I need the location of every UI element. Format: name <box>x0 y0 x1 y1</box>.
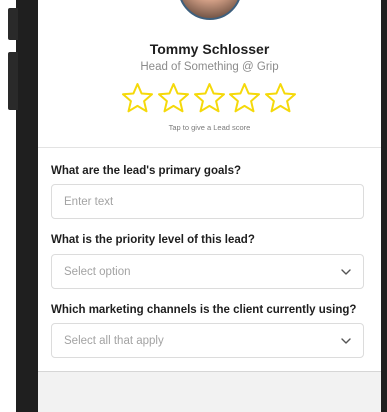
priority-select-placeholder: Select option <box>64 265 131 278</box>
phone-frame-left <box>16 0 38 412</box>
priority-question-label: What is the priority level of this lead? <box>51 234 255 246</box>
channels-select-placeholder: Select all that apply <box>64 334 164 347</box>
star-4-icon[interactable] <box>228 82 261 114</box>
rating-hint: Tap to give a Lead score <box>168 123 251 132</box>
star-5-icon[interactable] <box>264 82 297 114</box>
channels-multiselect[interactable]: Select all that apply <box>51 323 364 358</box>
avatar <box>178 0 242 20</box>
goals-text-field[interactable] <box>51 184 364 219</box>
profile-role: Head of Something @ Grip <box>140 61 279 73</box>
phone-frame-right <box>381 0 387 412</box>
phone-side-button-top <box>8 8 18 40</box>
goals-input[interactable] <box>64 195 351 208</box>
section-divider <box>38 147 381 148</box>
channels-question-label: Which marketing channels is the client c… <box>51 304 357 316</box>
star-1-icon[interactable] <box>121 82 154 114</box>
lead-score-rating <box>121 82 297 114</box>
priority-select[interactable]: Select option <box>51 254 364 289</box>
goals-question-label: What are the lead's primary goals? <box>51 165 241 177</box>
phone-side-button-middle <box>8 52 18 110</box>
star-3-icon[interactable] <box>193 82 226 114</box>
star-2-icon[interactable] <box>157 82 190 114</box>
footer-area <box>38 372 381 412</box>
chevron-down-icon <box>341 337 351 344</box>
lead-profile-screen: Tommy Schlosser Head of Something @ Grip… <box>38 0 381 412</box>
device-stage: Tommy Schlosser Head of Something @ Grip… <box>0 0 387 412</box>
chevron-down-icon <box>341 268 351 275</box>
profile-name: Tommy Schlosser <box>149 41 270 57</box>
